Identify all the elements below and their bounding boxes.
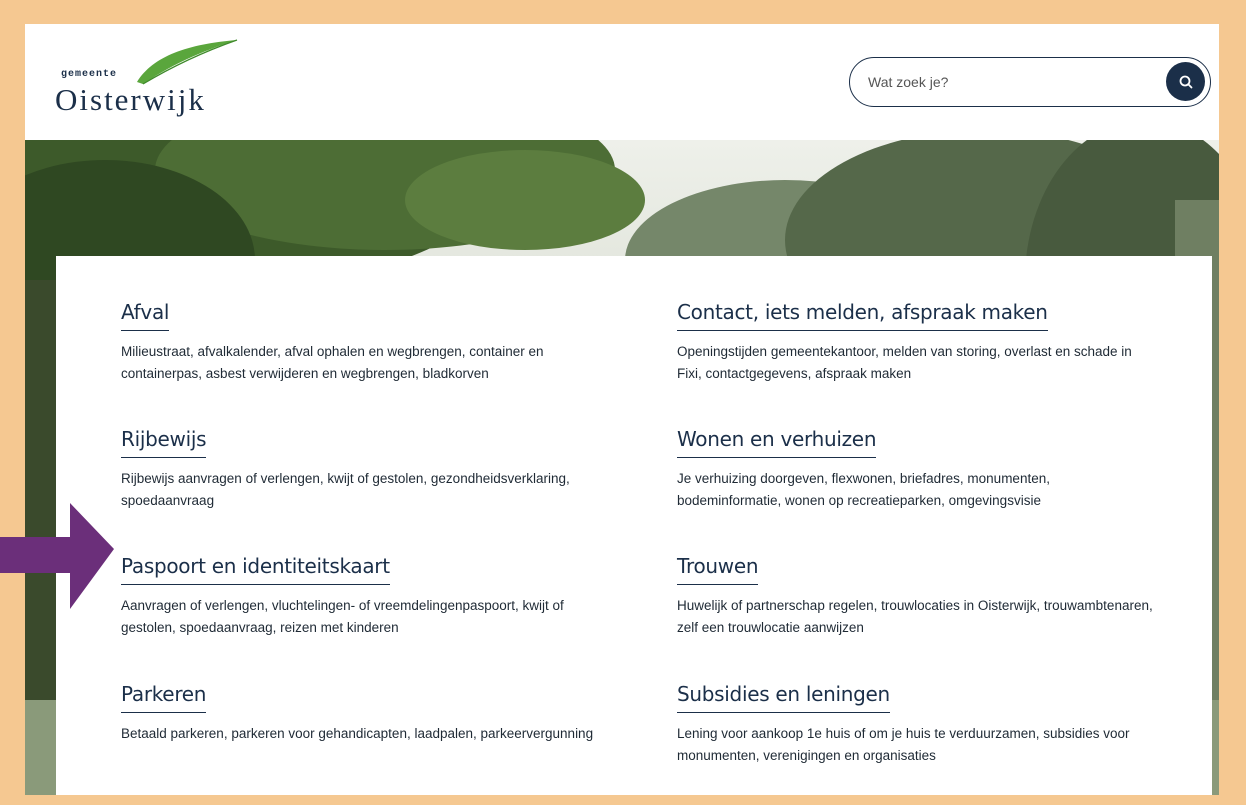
topics-card: Afval Milieustraat, afvalkalender, afval… [56,256,1212,795]
search-bar [849,57,1211,107]
topic-parkeren: Parkeren Betaald parkeren, parkeren voor… [121,682,601,745]
arrow-right-icon [0,503,114,609]
topic-title[interactable]: Afval [121,300,169,331]
topic-afval: Afval Milieustraat, afvalkalender, afval… [121,300,601,385]
topic-wonen: Wonen en verhuizen Je verhuizing doorgev… [677,427,1157,512]
leaf-icon [137,39,238,85]
search-button[interactable] [1166,62,1205,101]
logo-small-text: gemeente [61,69,118,80]
topic-contact: Contact, iets melden, afspraak maken Ope… [677,300,1157,385]
topic-rijbewijs: Rijbewijs Rijbewijs aanvragen of verleng… [121,427,601,512]
logo-big-text: Oisterwijk [55,82,206,117]
topic-title[interactable]: Subsidies en leningen [677,682,890,713]
site-header: gemeente Oisterwijk [25,24,1219,140]
topic-subsidies: Subsidies en leningen Lening voor aankoo… [677,682,1157,767]
topic-paspoort: Paspoort en identiteitskaart Aanvragen o… [121,554,601,639]
topic-title[interactable]: Wonen en verhuizen [677,427,877,458]
topic-description: Huwelijk of partnerschap regelen, trouwl… [677,598,1153,635]
topic-title[interactable]: Trouwen [677,554,759,585]
topic-title[interactable]: Paspoort en identiteitskaart [121,554,390,585]
topic-title[interactable]: Rijbewijs [121,427,207,458]
topic-description: Betaald parkeren, parkeren voor gehandic… [121,726,594,741]
site-logo[interactable]: gemeente Oisterwijk [55,38,245,128]
topic-title[interactable]: Parkeren [121,682,206,713]
browser-frame: gemeente Oisterwijk Wat zoek je? Afval M… [25,24,1219,795]
topic-title[interactable]: Contact, iets melden, afspraak maken [677,300,1048,331]
topic-description: Openingstijden gemeentekantoor, melden v… [677,344,1132,381]
topic-description: Je verhuizing doorgeven, flexwonen, brie… [677,471,1050,508]
topic-description: Aanvragen of verlengen, vluchtelingen- o… [121,598,564,635]
topic-description: Milieustraat, afvalkalender, afval ophal… [121,344,544,381]
topic-description: Lening voor aankoop 1e huis of om je hui… [677,726,1130,763]
search-icon [1179,75,1192,88]
topic-trouwen: Trouwen Huwelijk of partnerschap regelen… [677,554,1157,639]
search-input[interactable] [868,70,1148,94]
topic-description: Rijbewijs aanvragen of verlengen, kwijt … [121,471,570,508]
